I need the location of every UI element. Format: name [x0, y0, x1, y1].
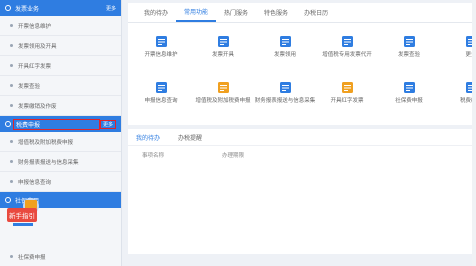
function-item[interactable]: 申报信息查询: [128, 81, 194, 105]
column-header: 事项名称: [142, 153, 165, 159]
sidebar-item[interactable]: 开票信息维护: [0, 16, 121, 36]
sidebar-item[interactable]: 增值税及附加税费申报: [0, 132, 121, 152]
section-title: 税费申报: [13, 118, 100, 130]
function-label: 增值税专用发票代开: [322, 52, 372, 58]
function-label: 发票开具: [211, 52, 234, 58]
function-label: 税费缴纳: [459, 98, 476, 104]
sidebar-item[interactable]: 社保费申报: [0, 247, 121, 266]
function-item[interactable]: 增值税及附加税费申报: [190, 81, 256, 105]
invoice-icon: [217, 35, 230, 48]
tab-todo[interactable]: 我的待办: [136, 2, 176, 22]
function-item[interactable]: 发票开具: [190, 35, 256, 59]
more-link[interactable]: 更多: [106, 5, 116, 12]
money-icon: [341, 81, 354, 94]
function-item[interactable]: 社保费申报: [376, 81, 442, 105]
checklist-icon: [403, 81, 416, 94]
function-item[interactable]: 发票领用: [252, 35, 318, 59]
function-item[interactable]: 增值税专用发票代开: [314, 35, 380, 59]
function-label: 开票信息维护: [144, 52, 178, 58]
main-panel: 我的待办 常用功能 热门服务 特色服务 办税日历 开票信息维护 发票开具 发票领用增…: [128, 3, 476, 125]
function-label: 发票查验: [397, 52, 420, 58]
report-icon: [155, 81, 168, 94]
sidebar-item[interactable]: 发票查验: [0, 76, 121, 96]
section-title: 发票业务: [15, 5, 40, 13]
receipt-icon: [341, 35, 354, 48]
card-icon: [279, 35, 292, 48]
tab-tax-calendar[interactable]: 办税日历: [296, 2, 336, 22]
guide-promo-icon[interactable]: 新手指引: [5, 196, 45, 230]
sidebar-item[interactable]: 财务报表报送与信息采集: [0, 152, 121, 172]
function-item[interactable]: 发票查验: [376, 35, 442, 59]
function-label: 社保费申报: [395, 98, 423, 104]
tab-hot-services[interactable]: 热门服务: [216, 2, 256, 22]
sidebar-item[interactable]: 发票缴销及作废: [0, 96, 121, 116]
more-link[interactable]: 更多: [99, 119, 116, 129]
function-label: 更多: [465, 52, 476, 58]
tab-special-services[interactable]: 特色服务: [256, 2, 296, 22]
sidebar-section-invoice[interactable]: 发票业务 更多: [0, 0, 121, 16]
sidebar-item[interactable]: 发票领用及开具: [0, 36, 121, 56]
todo-table-header: 事项名称 办理期限: [128, 146, 476, 164]
todo-tabs: 我的待办 办税提醒: [128, 129, 476, 146]
function-label: 发票领用: [273, 52, 296, 58]
column-header: 办理期限: [222, 153, 245, 159]
function-item[interactable]: 开票信息维护: [128, 35, 194, 59]
sidebar-section-tax[interactable]: 税费申报 更多: [0, 116, 121, 132]
function-label: 增值税及附加税费申报: [195, 98, 251, 104]
tab-my-todo[interactable]: 我的待办: [136, 133, 160, 142]
function-item[interactable]: 财务报表报送与信息采集: [252, 81, 318, 105]
tax-icon: [217, 81, 230, 94]
invoice-section-icon: [5, 5, 11, 11]
function-item[interactable]: 更多: [438, 35, 476, 59]
promo-label: 新手指引: [9, 211, 35, 220]
sidebar-item[interactable]: 申报信息查询: [0, 172, 121, 192]
todo-panel: 我的待办 办税提醒 事项名称 办理期限: [128, 129, 476, 254]
function-item[interactable]: 开具红字发票: [314, 81, 380, 105]
function-label: 开具红字发票: [330, 98, 364, 104]
document-icon: [155, 35, 168, 48]
tab-tax-reminder[interactable]: 办税提醒: [178, 133, 202, 142]
tax-section-icon: [5, 121, 11, 127]
function-item[interactable]: 税费缴纳: [438, 81, 476, 105]
function-label: 财务报表报送与信息采集: [254, 98, 316, 104]
sidebar-item[interactable]: 开具红字发票: [0, 56, 121, 76]
scrollbar[interactable]: [472, 0, 476, 266]
function-label: 申报信息查询: [144, 98, 178, 104]
tab-common-functions[interactable]: 常用功能: [176, 2, 217, 22]
copy-icon: [403, 35, 416, 48]
main-tabs: 我的待办 常用功能 热门服务 特色服务 办税日历: [128, 3, 476, 23]
wallet-icon: [279, 81, 292, 94]
